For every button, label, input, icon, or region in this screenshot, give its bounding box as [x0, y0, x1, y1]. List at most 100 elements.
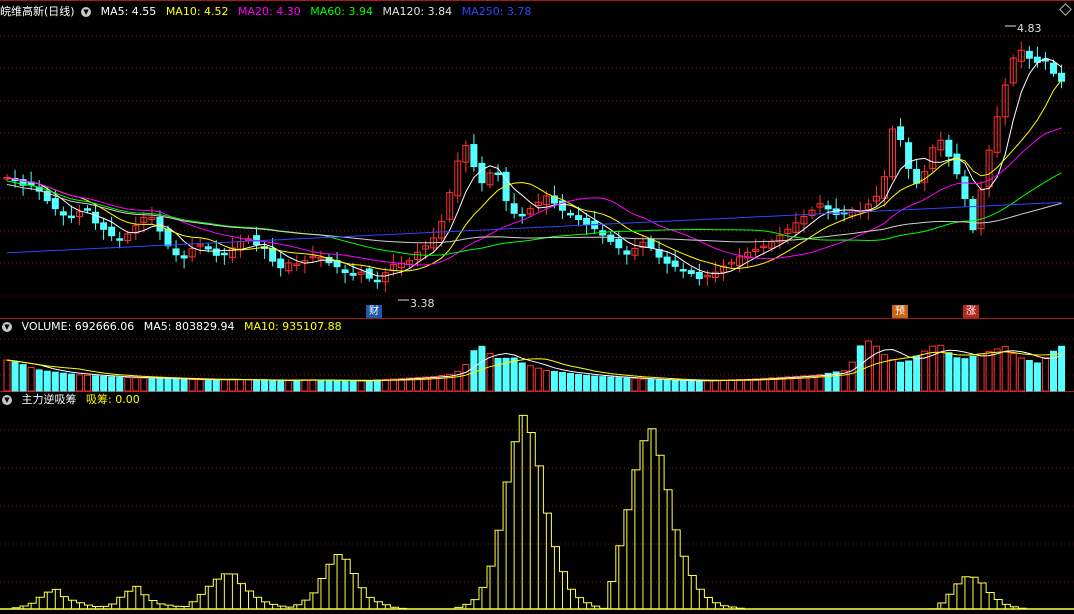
volume-bar	[687, 380, 695, 392]
candle-body	[220, 252, 228, 256]
volume-bar	[84, 374, 91, 392]
price-chart-panel[interactable]: 皖维高新(日线) ▼ MA5: 4.55 MA10: 4.52 MA20: 4.…	[0, 0, 1074, 319]
high-price-label: 4.83	[1017, 22, 1042, 35]
volume-bar	[172, 378, 180, 392]
volume-bar	[462, 363, 470, 392]
candle-body	[84, 208, 91, 211]
volume-panel[interactable]: ▼ VOLUME: 692666.06 MA5: 803829.94 MA10:…	[0, 319, 1074, 392]
volume-bar	[75, 374, 83, 392]
ma250-line	[6, 201, 1062, 254]
volume-ma10: MA10: 935107.88	[243, 320, 342, 333]
candle-body	[510, 203, 518, 214]
candle-body	[905, 142, 913, 169]
candle-body	[945, 139, 953, 157]
volume-bar	[615, 377, 623, 392]
volume-bar	[583, 374, 591, 392]
volume-bar	[623, 377, 631, 392]
volume-bar	[236, 379, 244, 392]
volume-bar	[985, 350, 993, 392]
volume-ma5: MA5: 803829.94	[143, 320, 235, 333]
candle-body	[341, 269, 349, 274]
candle-body	[615, 238, 623, 249]
volume-dropdown-icon[interactable]: ▼	[2, 322, 12, 332]
volume-value: VOLUME: 692666.06	[21, 320, 135, 333]
indicator-dropdown-icon[interactable]: ▼	[2, 395, 12, 405]
volume-bar	[43, 370, 51, 392]
candle-body	[663, 256, 671, 264]
candle-body	[108, 226, 116, 237]
volume-bar	[301, 379, 309, 392]
candle-body	[897, 126, 905, 141]
volume-bar	[269, 380, 277, 392]
volume-bar	[180, 378, 188, 392]
volume-bar	[333, 379, 341, 392]
indicator-step-line	[0, 414, 1067, 610]
volume-bar	[591, 375, 599, 392]
volume-bar	[945, 352, 953, 392]
volume-bar	[550, 370, 558, 392]
stock-title: 皖维高新(日线)	[0, 5, 75, 18]
candle-body	[518, 213, 526, 217]
volume-bar	[253, 379, 261, 392]
candle-body	[164, 228, 172, 247]
volume-bar	[1025, 360, 1033, 392]
marker-forecast-badge[interactable]: 预	[892, 305, 908, 318]
volume-bar	[953, 357, 961, 392]
volume-header: ▼ VOLUME: 692666.06 MA5: 803829.94 MA10:…	[0, 319, 348, 335]
volume-bar	[736, 379, 744, 392]
ma60-value: MA60: 3.94	[310, 5, 373, 18]
candle-body	[116, 238, 124, 241]
volume-bar	[905, 360, 913, 392]
volume-bar	[285, 379, 293, 392]
volume-bar	[1041, 357, 1049, 392]
price-chart[interactable]	[0, 0, 1074, 319]
candle-body	[953, 153, 961, 175]
candle-body	[349, 273, 357, 276]
candle-body	[269, 247, 277, 262]
volume-bar	[365, 379, 373, 392]
volume-bar	[389, 378, 397, 392]
ma120-value: MA120: 3.84	[382, 5, 453, 18]
candle-body	[575, 215, 583, 220]
settings-dropdown-icon[interactable]: ▼	[81, 7, 92, 17]
volume-bar	[100, 375, 108, 392]
indicator-title: 主力逆吸筹	[21, 393, 77, 406]
candle-body	[212, 248, 220, 256]
volume-bar	[19, 364, 27, 392]
marker-rise-badge[interactable]: 涨	[963, 305, 979, 318]
marker-financial-badge[interactable]: 财	[366, 305, 382, 318]
candle-body	[913, 168, 921, 184]
volume-bar	[156, 377, 164, 392]
volume-bar	[1033, 362, 1041, 392]
volume-bar	[3, 359, 11, 392]
volume-bar	[35, 369, 43, 392]
volume-bar	[575, 373, 583, 392]
candle-body	[671, 260, 679, 267]
indicator-value: 吸筹: 0.00	[86, 393, 140, 406]
volume-bar	[510, 357, 518, 392]
volume-bar	[647, 379, 655, 392]
volume-bar	[856, 345, 864, 392]
volume-bar	[639, 378, 647, 392]
volume-bar	[542, 369, 550, 392]
volume-bar	[913, 355, 921, 392]
indicator-chart[interactable]	[0, 392, 1074, 614]
main-header: 皖维高新(日线) ▼ MA5: 4.55 MA10: 4.52 MA20: 4.…	[0, 4, 537, 20]
volume-bar	[663, 379, 671, 392]
volume-bar	[317, 379, 325, 392]
volume-bar	[599, 376, 607, 392]
volume-bar	[671, 380, 679, 392]
ma5-value: MA5: 4.55	[100, 5, 157, 18]
volume-bar	[188, 378, 196, 392]
volume-bar	[309, 379, 317, 392]
candle-body	[277, 258, 285, 269]
volume-bar	[567, 372, 574, 392]
volume-bar	[969, 355, 977, 392]
indicator-panel[interactable]: ▼ 主力逆吸筹 吸筹: 0.00	[0, 392, 1074, 614]
candle-body	[695, 271, 703, 280]
candle-body	[583, 217, 591, 225]
candle-body	[567, 212, 574, 216]
volume-bar	[1009, 352, 1017, 392]
candle-body	[478, 162, 486, 184]
volume-bar	[132, 377, 140, 392]
